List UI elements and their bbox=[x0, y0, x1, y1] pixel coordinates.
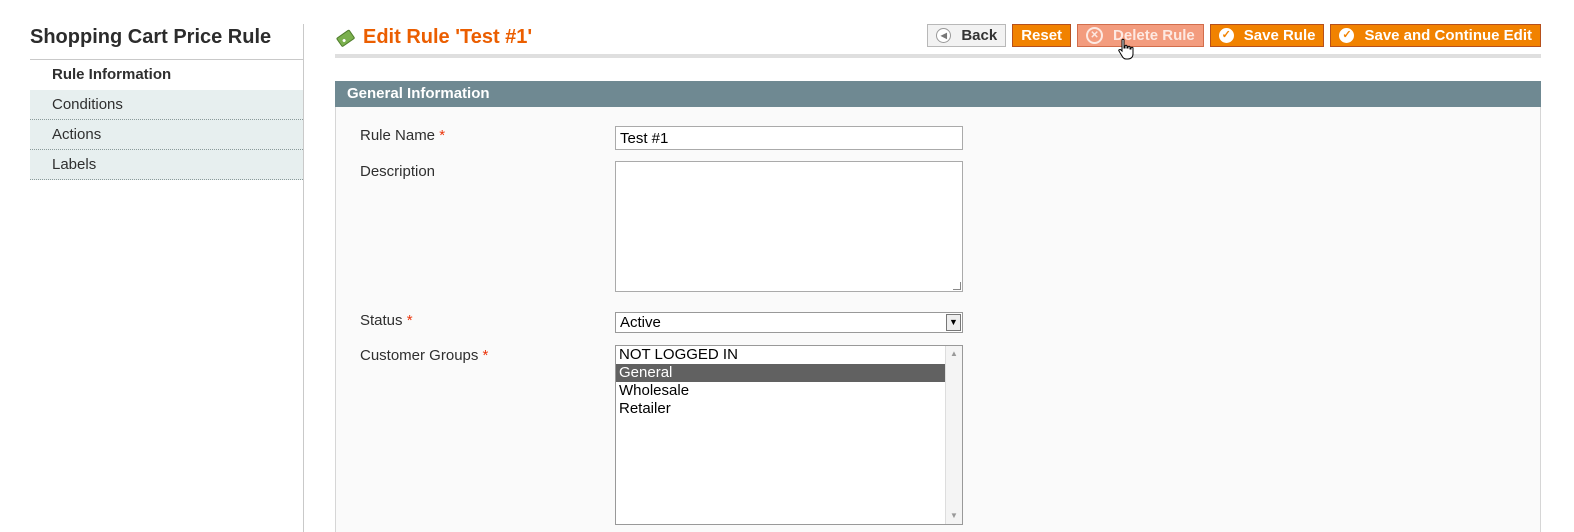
section-title: General Information bbox=[335, 81, 1541, 107]
delete-circle-x-icon: ✕ bbox=[1086, 27, 1104, 44]
chevron-down-icon[interactable]: ▼ bbox=[946, 314, 961, 331]
scroll-up-icon[interactable]: ▲ bbox=[946, 346, 962, 362]
page-title: Edit Rule 'Test #1' bbox=[363, 26, 533, 48]
save-continue-check-icon: ✓ bbox=[1339, 28, 1355, 43]
rule-name-label: Rule Name * bbox=[360, 127, 445, 144]
scrollbar[interactable]: ▲ ▼ bbox=[945, 346, 962, 524]
tab-conditions[interactable]: Conditions bbox=[30, 90, 303, 120]
save-rule-button-label: Save Rule bbox=[1243, 27, 1316, 44]
edit-rule-icon bbox=[336, 29, 355, 47]
back-arrow-icon: ◀ bbox=[936, 28, 952, 43]
customer-groups-options: NOT LOGGED IN General Wholesale Retailer bbox=[616, 346, 945, 418]
customer-groups-label-text: Customer Groups bbox=[360, 347, 479, 364]
customer-group-option[interactable]: Wholesale bbox=[616, 382, 945, 400]
status-required-mark: * bbox=[406, 312, 413, 329]
reset-button[interactable]: Reset bbox=[1012, 24, 1072, 47]
rule-name-required-mark: * bbox=[439, 127, 446, 144]
sidebar: Shopping Cart Price Rule Rule Informatio… bbox=[30, 24, 304, 532]
back-button-label: Back bbox=[961, 27, 998, 44]
save-continue-button-label: Save and Continue Edit bbox=[1364, 27, 1532, 44]
tab-rule-information[interactable]: Rule Information bbox=[30, 60, 303, 90]
page-title-wrap: Edit Rule 'Test #1' bbox=[335, 26, 532, 49]
save-rule-button[interactable]: ✓ Save Rule bbox=[1209, 24, 1325, 47]
status-select-value: Active bbox=[620, 314, 661, 331]
status-label: Status * bbox=[360, 312, 413, 329]
customer-group-option[interactable]: Retailer bbox=[616, 400, 945, 418]
status-select[interactable]: Active ▼ bbox=[615, 312, 963, 333]
resize-handle-icon[interactable] bbox=[953, 282, 961, 290]
customer-groups-label: Customer Groups * bbox=[360, 347, 488, 364]
description-textarea[interactable] bbox=[615, 161, 963, 292]
customer-group-option[interactable]: NOT LOGGED IN bbox=[616, 346, 945, 364]
description-label: Description bbox=[360, 163, 436, 180]
save-continue-button[interactable]: ✓ Save and Continue Edit bbox=[1330, 24, 1541, 47]
tab-labels[interactable]: Labels bbox=[30, 150, 303, 180]
scroll-down-icon[interactable]: ▼ bbox=[946, 508, 962, 524]
back-button[interactable]: ◀ Back bbox=[927, 24, 1007, 47]
customer-group-option-selected[interactable]: General bbox=[616, 364, 945, 382]
delete-rule-button[interactable]: ✕ Delete Rule bbox=[1077, 24, 1204, 47]
save-check-icon: ✓ bbox=[1218, 28, 1234, 43]
rule-name-input[interactable] bbox=[615, 126, 963, 150]
page-header: Edit Rule 'Test #1' ◀ Back Reset ✕ Delet… bbox=[335, 24, 1541, 58]
header-buttons: ◀ Back Reset ✕ Delete Rule ✓ Save Rule ✓… bbox=[927, 24, 1541, 47]
general-information-fieldset: Rule Name * Description Status * Active … bbox=[335, 107, 1541, 532]
sidebar-title: Shopping Cart Price Rule bbox=[30, 24, 303, 60]
tab-actions[interactable]: Actions bbox=[30, 120, 303, 150]
hand-cursor-icon bbox=[1118, 38, 1134, 60]
sidebar-tabs: Rule Information Conditions Actions Labe… bbox=[30, 60, 303, 180]
customer-groups-required-mark: * bbox=[482, 347, 489, 364]
status-label-text: Status bbox=[360, 312, 403, 329]
reset-button-label: Reset bbox=[1021, 27, 1063, 44]
rule-name-label-text: Rule Name bbox=[360, 127, 436, 144]
customer-groups-multiselect[interactable]: NOT LOGGED IN General Wholesale Retailer… bbox=[615, 345, 963, 525]
